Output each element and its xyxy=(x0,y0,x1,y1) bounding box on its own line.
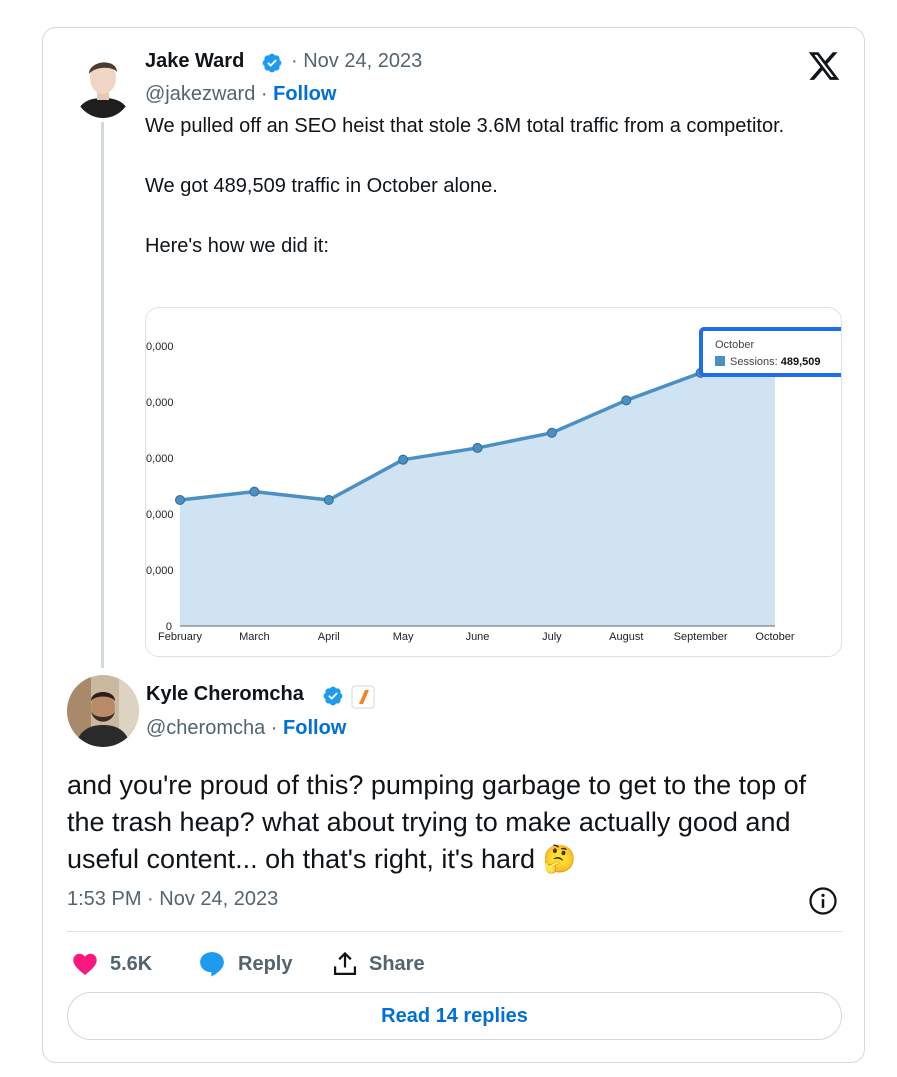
data-point-april xyxy=(323,495,334,505)
avatar-kyle[interactable] xyxy=(67,675,139,747)
tweet-text-line: We got 489,509 traffic in October alone. xyxy=(145,175,498,197)
heart-icon xyxy=(73,953,97,975)
reply-bubble-icon xyxy=(200,952,224,977)
info-icon[interactable] xyxy=(808,886,838,916)
x-tick-label: February xyxy=(158,631,203,643)
avatar-jake[interactable] xyxy=(75,52,131,118)
like-button[interactable]: 5.6K xyxy=(70,946,152,982)
tweet-text-line: We pulled off an SEO heist that stole 3.… xyxy=(145,115,785,137)
reply-button[interactable]: Reply xyxy=(196,946,292,982)
tooltip-box xyxy=(699,327,841,377)
y-tick-label: 0,000 xyxy=(146,509,174,521)
y-tick-label: 0,000 xyxy=(146,397,174,409)
sessions-area xyxy=(180,351,775,626)
author-handle-row: @jakezward · Follow xyxy=(145,83,337,105)
data-point-august xyxy=(621,395,632,406)
x-tick-label: August xyxy=(609,631,643,643)
data-point-july xyxy=(546,427,557,438)
x-tick-label: September xyxy=(674,631,728,643)
author-handle[interactable]: @jakezward xyxy=(145,83,255,105)
x-tick-label: July xyxy=(542,631,562,643)
data-point-june xyxy=(472,442,483,453)
author-name[interactable]: Jake Ward xyxy=(145,50,244,73)
reply-label: Reply xyxy=(238,952,293,975)
x-tick-label: October xyxy=(755,631,794,643)
y-tick-label: 0 xyxy=(166,621,172,633)
affiliate-badge-icon[interactable] xyxy=(351,685,375,709)
tooltip-value: 489,509 xyxy=(781,356,821,368)
data-point-march xyxy=(249,486,260,497)
share-icon xyxy=(333,951,357,976)
x-tick-label: April xyxy=(318,631,340,643)
x-tick-label: March xyxy=(239,631,270,643)
y-tick-label: 0,000 xyxy=(146,565,174,577)
reply-handle-row: @cheromcha · Follow xyxy=(146,717,347,739)
y-tick-label: 0,000 xyxy=(146,453,174,465)
reply-author-handle[interactable]: @cheromcha xyxy=(146,717,265,739)
like-count: 5.6K xyxy=(110,952,153,975)
tooltip-title: October xyxy=(715,339,754,351)
tooltip-label: Sessions: 489,509 xyxy=(730,356,821,368)
thread-line xyxy=(101,122,104,668)
reply-text-body: and you're proud of this? pumping garbag… xyxy=(67,770,807,874)
divider xyxy=(67,931,842,932)
follow-button[interactable]: Follow xyxy=(273,83,336,105)
reply-follow-button[interactable]: Follow xyxy=(283,717,346,739)
reply-author-name[interactable]: Kyle Cheromcha xyxy=(146,683,304,706)
tweet-text-line: Here's how we did it: xyxy=(145,235,329,257)
verified-badge-icon xyxy=(262,53,282,73)
reply-text: and you're proud of this? pumping garbag… xyxy=(67,767,847,878)
sessions-chart: February March April May June July August Septe… xyxy=(146,327,841,643)
tweet-date[interactable]: · Nov 24, 2023 xyxy=(291,50,422,73)
data-point-february xyxy=(175,495,185,505)
y-tick-label: 0,000 xyxy=(146,341,174,353)
x-logo-icon[interactable] xyxy=(806,49,842,83)
tooltip-swatch xyxy=(715,356,725,366)
x-tick-label: June xyxy=(466,631,490,643)
share-label: Share xyxy=(369,952,425,975)
verified-badge-icon xyxy=(323,686,343,706)
read-replies-button[interactable]: Read 14 replies xyxy=(67,992,842,1040)
x-tick-label: May xyxy=(393,631,414,643)
chart-image[interactable]: February March April May June July August Septe… xyxy=(145,307,842,657)
thinking-face-emoji: 🤔 xyxy=(542,844,577,874)
reply-timestamp[interactable]: 1:53 PM · Nov 24, 2023 xyxy=(67,888,278,911)
tweet-text: We pulled off an SEO heist that stole 3.… xyxy=(145,111,825,261)
share-button[interactable]: Share xyxy=(331,946,425,982)
data-point-may xyxy=(398,454,409,465)
